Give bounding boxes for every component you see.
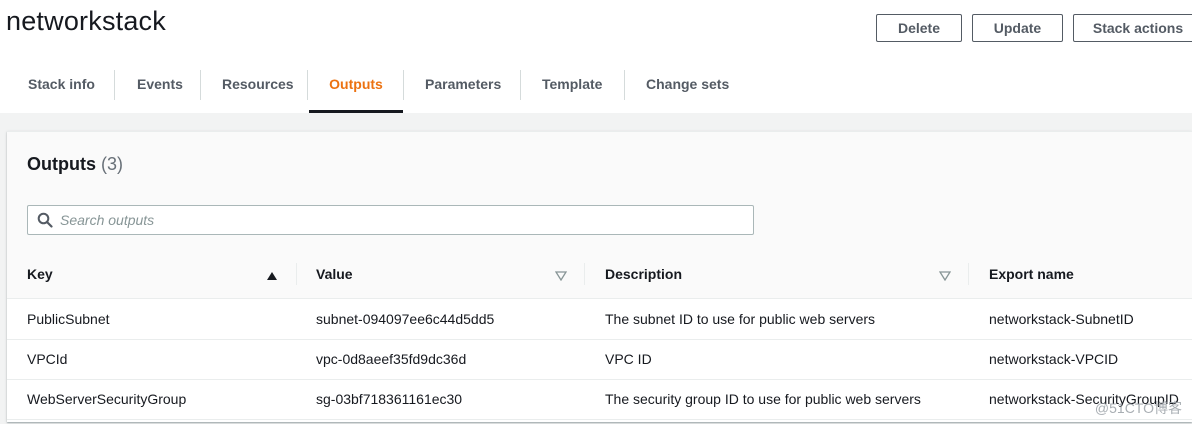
cell-value: sg-03bf718361161ec30 <box>316 391 463 407</box>
column-divider <box>296 263 297 285</box>
outputs-count: (3) <box>101 154 124 174</box>
sort-ascending-icon[interactable] <box>266 268 278 286</box>
search-input[interactable] <box>60 210 740 230</box>
tab-divider <box>520 70 521 100</box>
delete-button[interactable]: Delete <box>876 14 962 42</box>
tab-bar: Stack info Events Resources Outputs Para… <box>0 56 1192 114</box>
cell-export-name: networkstack-VPCID <box>989 351 1119 367</box>
outputs-panel: Outputs (3) Key Value Description <box>7 131 1192 422</box>
sort-icon[interactable] <box>554 268 568 286</box>
outputs-panel-header: Outputs (3) <box>7 132 1192 251</box>
tab-divider <box>200 70 201 100</box>
outputs-title-text: Outputs <box>27 154 96 174</box>
cell-key: WebServerSecurityGroup <box>27 391 187 407</box>
table-row[interactable]: WebServerSecurityGroup sg-03bf718361161e… <box>7 379 1192 420</box>
outputs-title: Outputs (3) <box>27 154 123 175</box>
tab-stack-info[interactable]: Stack info <box>28 56 95 112</box>
cell-description: The security group ID to use for public … <box>605 391 921 407</box>
table-header: Key Value Description Export name <box>7 250 1192 299</box>
cell-export-name: networkstack-SubnetID <box>989 311 1134 327</box>
table-row[interactable]: VPCId vpc-0d8aeef35fd9dc36d VPC ID netwo… <box>7 339 1192 380</box>
cell-value: vpc-0d8aeef35fd9dc36d <box>316 351 467 367</box>
sort-icon[interactable] <box>938 268 952 286</box>
table-row[interactable]: PublicSubnet subnet-094097ee6c44d5dd5 Th… <box>7 299 1192 340</box>
tab-divider <box>624 70 625 100</box>
tab-template[interactable]: Template <box>542 56 602 112</box>
tab-change-sets[interactable]: Change sets <box>646 56 729 112</box>
column-header-value[interactable]: Value <box>316 250 353 298</box>
stack-actions-button[interactable]: Stack actions <box>1073 14 1192 42</box>
tab-events[interactable]: Events <box>137 56 183 112</box>
column-header-description[interactable]: Description <box>605 250 682 298</box>
cell-key: VPCId <box>27 351 68 367</box>
tab-outputs[interactable]: Outputs <box>309 56 403 113</box>
page-title: networkstack <box>6 6 166 36</box>
tab-divider <box>307 70 308 100</box>
tab-parameters[interactable]: Parameters <box>425 56 501 112</box>
cell-description: The subnet ID to use for public web serv… <box>605 311 876 327</box>
column-header-export-name[interactable]: Export name <box>989 250 1074 298</box>
tab-divider <box>403 70 404 100</box>
watermark: @51CTO博客 <box>1094 400 1182 416</box>
column-header-key[interactable]: Key <box>27 250 53 298</box>
cell-value: subnet-094097ee6c44d5dd5 <box>316 311 495 327</box>
column-divider <box>968 263 969 285</box>
cell-description: VPC ID <box>605 351 652 367</box>
tab-resources[interactable]: Resources <box>222 56 294 112</box>
cell-key: PublicSubnet <box>27 311 110 327</box>
column-divider <box>584 263 585 285</box>
tab-divider <box>114 70 115 100</box>
search-icon <box>37 212 53 233</box>
search-box[interactable] <box>27 205 754 235</box>
update-button[interactable]: Update <box>972 14 1063 42</box>
